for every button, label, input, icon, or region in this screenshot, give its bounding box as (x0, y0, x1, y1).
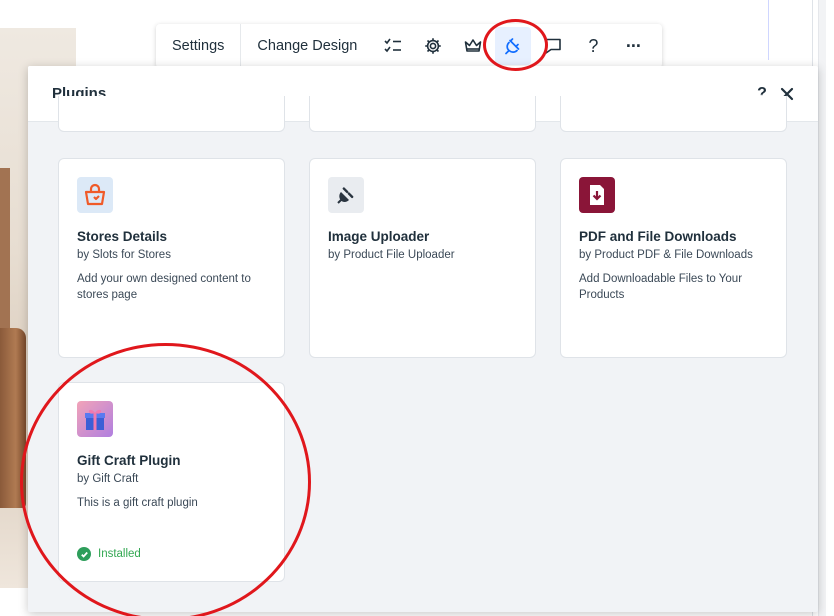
installed-label: Installed (98, 548, 141, 560)
plugin-name: Gift Craft Plugin (77, 453, 181, 468)
plugin-description: This is a gift craft plugin (77, 497, 198, 509)
plugin-card-partial[interactable] (560, 96, 787, 132)
plugin-author: by Gift Craft (77, 473, 139, 485)
more-icon[interactable]: ··· (613, 24, 653, 68)
plugin-author: by Slots for Stores (77, 249, 171, 261)
download-file-icon (579, 177, 615, 213)
plugin-name: Image Uploader (328, 229, 430, 244)
plugin-card-partial[interactable] (58, 96, 285, 132)
plug-icon (328, 177, 364, 213)
photo-coat-detail (0, 168, 10, 328)
checklist-icon[interactable] (373, 24, 413, 68)
plugin-name: Stores Details (77, 229, 168, 244)
help-icon[interactable]: ? (573, 24, 613, 68)
more-glyph: ··· (625, 35, 642, 56)
change-design-button[interactable]: Change Design (241, 24, 373, 68)
plugin-description: Add your own designed content to stores … (77, 273, 251, 301)
gear-icon[interactable] (413, 24, 453, 68)
plugin-card-image-uploader[interactable]: Image Uploader by Product File Uploader (309, 158, 536, 358)
crown-icon[interactable] (453, 24, 493, 68)
check-circle-icon (77, 547, 91, 561)
help-glyph: ? (588, 35, 599, 56)
plugin-card-pdf-downloads[interactable]: PDF and File Downloads by Product PDF & … (560, 158, 787, 358)
plugins-panel: Plugins ? Stores Details by Slots for St… (28, 66, 818, 612)
settings-button[interactable]: Settings (156, 24, 240, 68)
plugin-name: PDF and File Downloads (579, 229, 737, 244)
shopping-bag-icon (77, 177, 113, 213)
comment-icon[interactable] (533, 24, 573, 68)
photo-coat (0, 328, 26, 508)
plug-icon[interactable] (495, 27, 532, 65)
element-toolbar: Settings Change Design ? ··· (156, 24, 662, 68)
canvas-guide-line (768, 0, 769, 60)
gift-box-icon (77, 401, 113, 437)
plugin-author: by Product PDF & File Downloads (579, 249, 753, 261)
installed-status: Installed (77, 547, 141, 561)
plugin-card-stores-details[interactable]: Stores Details by Slots for Stores Add y… (58, 158, 285, 358)
plugin-card-gift-craft[interactable]: Gift Craft Plugin by Gift Craft This is … (58, 382, 285, 582)
plugin-card-partial[interactable] (309, 96, 536, 132)
editor-scrollbar[interactable] (818, 0, 826, 616)
plugin-author: by Product File Uploader (328, 249, 455, 261)
plugin-description: Add Downloadable Files to Your Products (579, 273, 743, 301)
